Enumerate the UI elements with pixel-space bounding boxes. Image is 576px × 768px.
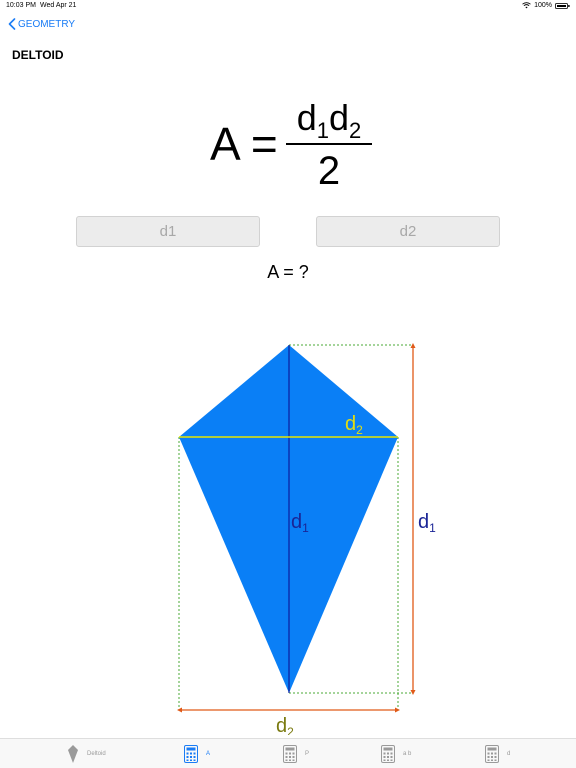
dim-d1-arrow-top [410, 343, 416, 348]
tab-area[interactable]: A [184, 739, 210, 768]
status-bar: 10:03 PM Wed Apr 21 100% [0, 0, 576, 12]
calculator-icon [381, 745, 395, 763]
formula-num-sub2: 2 [349, 118, 362, 143]
tab-perimeter-label: P [305, 751, 310, 757]
label-d2-top-var: d [345, 413, 356, 435]
status-time: 10:03 PM [6, 2, 36, 9]
formula-fraction: d1d2 2 [286, 96, 372, 196]
back-button[interactable]: GEOMETRY [8, 18, 75, 30]
label-d2-bottom-sub: 2 [287, 725, 294, 735]
tab-bar: Deltoid A P a b d [0, 738, 576, 768]
battery-percent: 100% [534, 2, 552, 9]
tab-diagonals-label: d [507, 751, 511, 757]
tab-deltoid[interactable]: Deltoid [67, 739, 106, 768]
d2-input[interactable]: d2 [316, 216, 500, 247]
status-right: 100% [522, 2, 570, 9]
dim-d1-arrow-bottom [410, 690, 416, 695]
calculator-icon [184, 745, 198, 763]
tab-area-label: A [206, 751, 211, 757]
label-d1-center-sub: 1 [302, 521, 309, 535]
tab-sides[interactable]: a b [381, 739, 411, 768]
label-d2-top-sub: 2 [356, 423, 363, 437]
dimension-d1 [410, 343, 416, 695]
tab-sides-label: a b [403, 751, 412, 757]
kite-shape-icon [68, 745, 78, 763]
page-title: DELTOID [12, 48, 64, 62]
calculator-icon [485, 745, 499, 763]
tab-deltoid-label: Deltoid [87, 751, 106, 757]
formula-denominator: 2 [317, 149, 341, 193]
formula-lhs: A = [210, 118, 278, 170]
back-button-label: GEOMETRY [18, 18, 76, 30]
area-formula: A = d1d2 2 [0, 96, 576, 196]
wifi-icon [522, 2, 531, 9]
deltoid-diagram: d2 d1 d1 d2 [177, 343, 436, 735]
d1-input[interactable]: d1 [76, 216, 260, 247]
battery-icon [555, 2, 570, 9]
formula-num-sub1: 1 [316, 118, 329, 143]
dimension-d2 [177, 707, 400, 713]
label-d1-center-var: d [291, 511, 302, 533]
label-d2-bottom-var: d [276, 715, 287, 735]
label-d1-side-var: d [418, 511, 429, 533]
dim-d2-arrow-right [395, 707, 400, 713]
area-result: A = ? [267, 262, 309, 282]
formula-num-var2: d [329, 97, 350, 138]
tab-diagonals[interactable]: d [485, 739, 510, 768]
formula-numerator: d1d2 [286, 96, 372, 145]
dim-d2-arrow-left [177, 707, 182, 713]
label-d1-side: d1 [418, 511, 436, 535]
calculator-icon [283, 745, 297, 763]
formula-num-var1: d [296, 97, 317, 138]
tab-perimeter[interactable]: P [283, 739, 309, 768]
label-d1-side-sub: 1 [429, 521, 436, 535]
status-date: Wed Apr 21 [40, 2, 77, 9]
chevron-left-icon [8, 18, 16, 30]
label-d2-bottom: d2 [276, 715, 294, 735]
fraction-bar [286, 143, 372, 145]
